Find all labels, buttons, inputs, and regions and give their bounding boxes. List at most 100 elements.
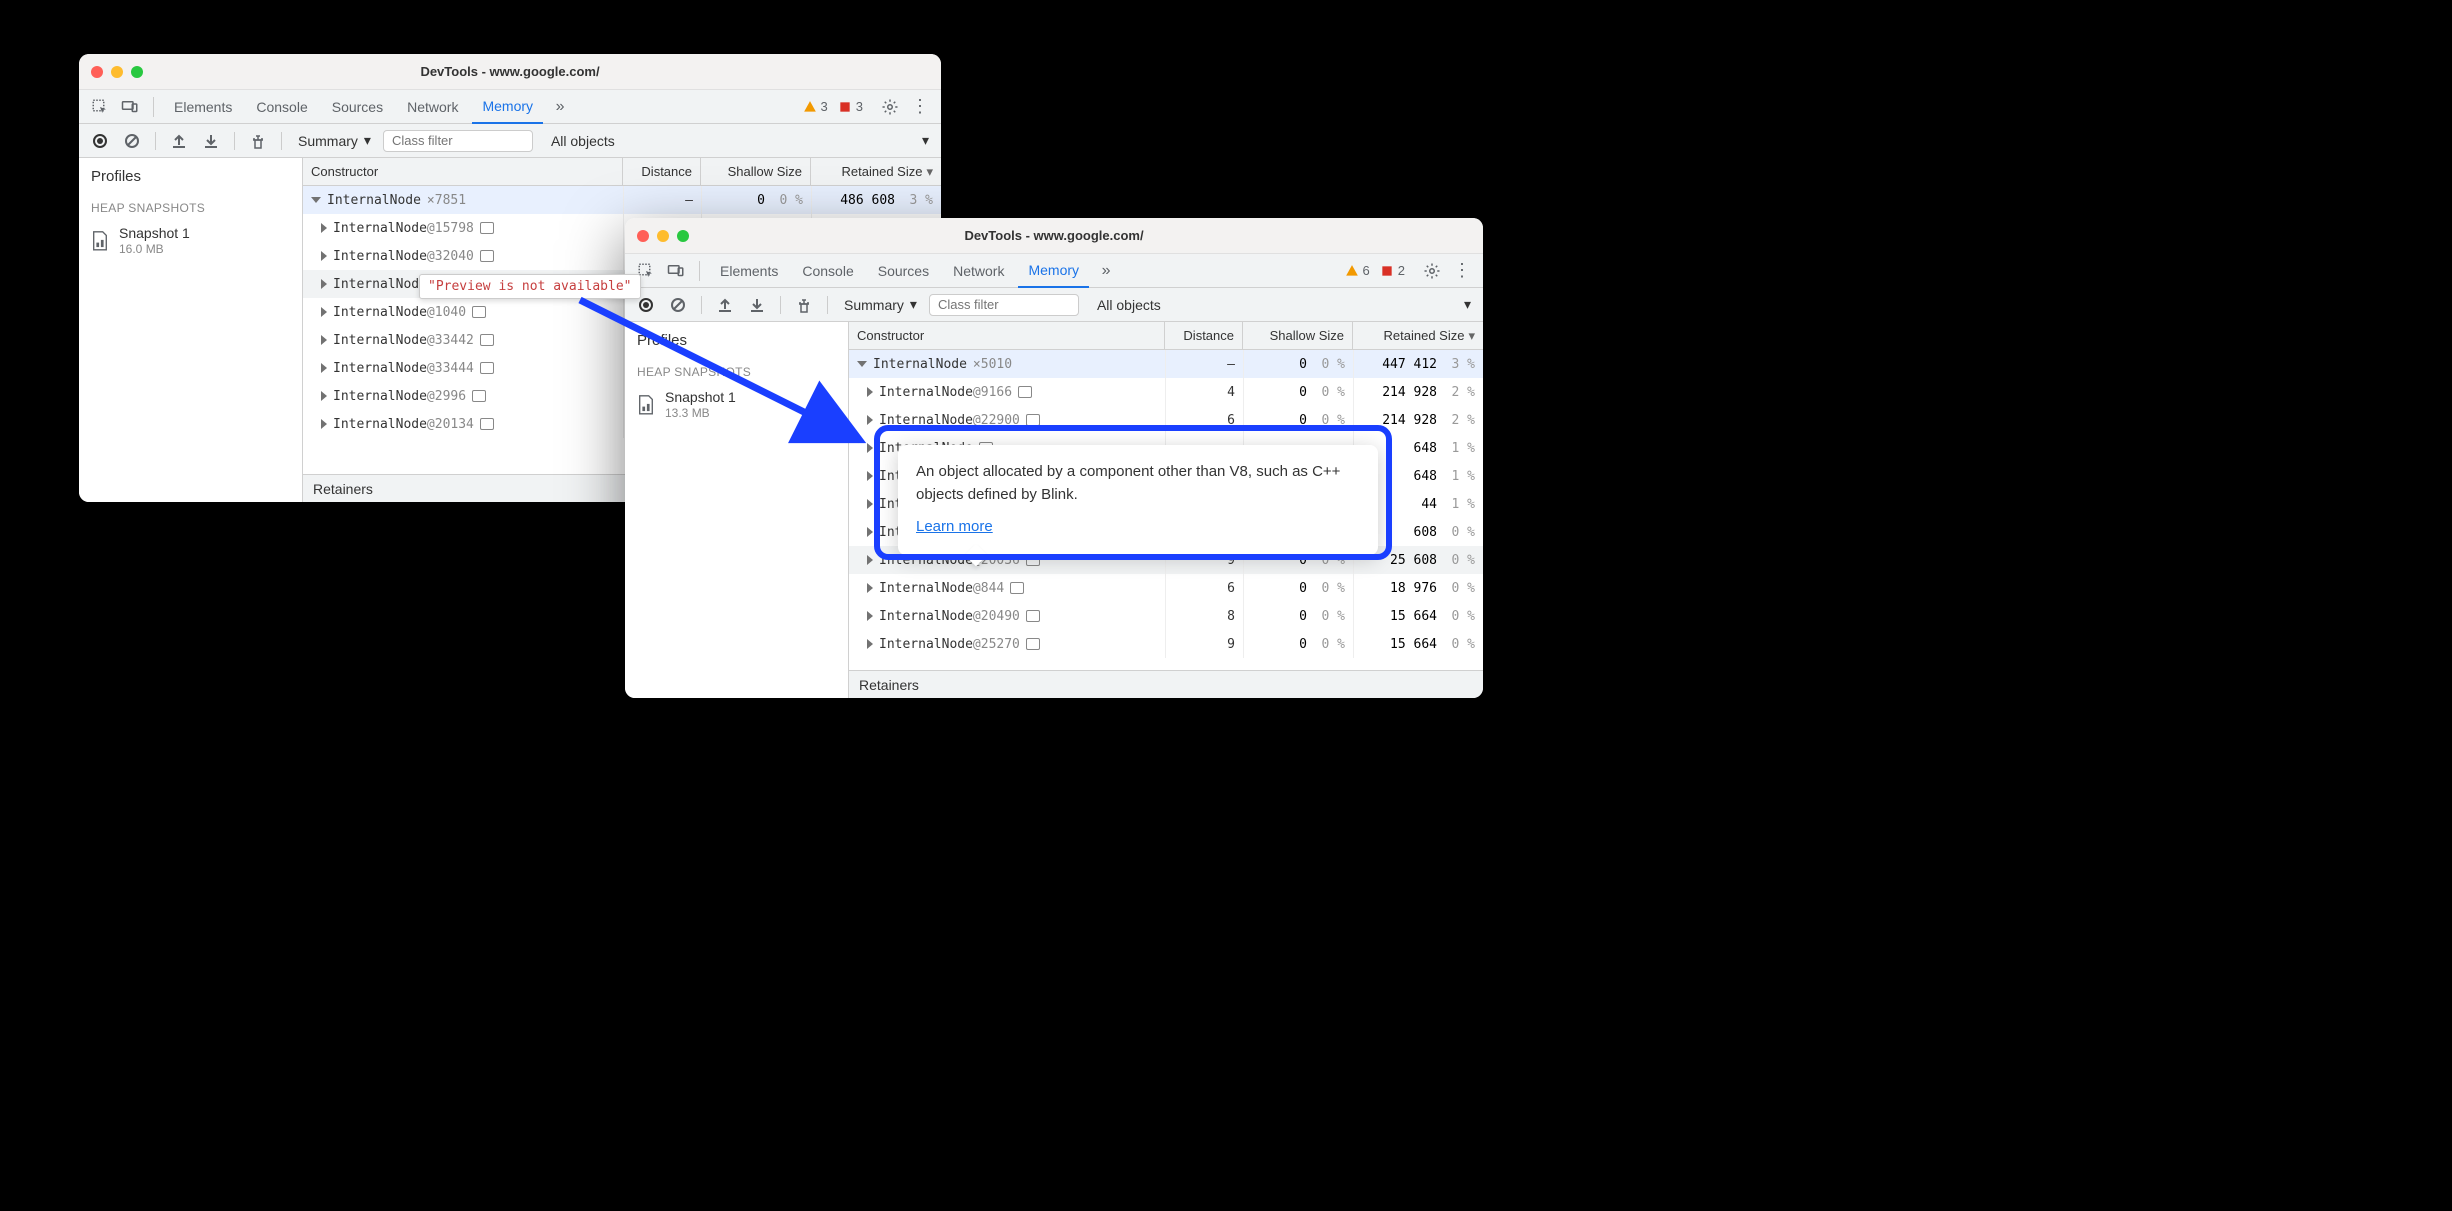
zoom-icon[interactable] (677, 230, 689, 242)
view-dropdown[interactable]: Summary ▾ (292, 132, 377, 149)
view-dropdown[interactable]: Summary ▾ (838, 296, 923, 313)
disclosure-triangle-icon[interactable] (857, 361, 867, 367)
upload-icon[interactable] (712, 292, 738, 318)
table-row[interactable]: InternalNode×7851 – 00 % 486 6083 % (303, 186, 941, 214)
disclosure-triangle-icon[interactable] (321, 335, 327, 345)
errors-badge[interactable]: 2 (1380, 263, 1405, 278)
disclosure-triangle-icon[interactable] (321, 419, 327, 429)
divider (780, 296, 781, 314)
disclosure-triangle-icon[interactable] (321, 391, 327, 401)
disclosure-triangle-icon[interactable] (321, 279, 327, 289)
tab-sources[interactable]: Sources (322, 90, 393, 124)
disclosure-triangle-icon[interactable] (321, 307, 327, 317)
disclosure-triangle-icon[interactable] (867, 527, 873, 537)
gc-icon[interactable] (245, 128, 271, 154)
scope-dropdown[interactable]: All objects (545, 133, 621, 149)
col-retained[interactable]: Retained Size ▾ (811, 158, 941, 185)
cell-retained: 608 (1414, 525, 1437, 540)
disclosure-triangle-icon[interactable] (321, 363, 327, 373)
download-icon[interactable] (198, 128, 224, 154)
tab-elements[interactable]: Elements (710, 254, 788, 288)
inspect-icon[interactable] (87, 94, 113, 120)
disclosure-triangle-icon[interactable] (867, 583, 873, 593)
snapshot-item[interactable]: Snapshot 1 16.0 MB (79, 219, 302, 262)
kebab-icon[interactable]: ⋮ (1449, 258, 1475, 284)
kebab-icon[interactable]: ⋮ (907, 94, 933, 120)
tab-network[interactable]: Network (943, 254, 1014, 288)
titlebar[interactable]: DevTools - www.google.com/ (79, 54, 941, 90)
cell-retained-pct: 2 % (1445, 413, 1475, 428)
tab-console[interactable]: Console (792, 254, 863, 288)
chevron-down-icon: ▾ (364, 132, 371, 149)
table-row[interactable]: InternalNode @20490800 %15 6640 % (849, 602, 1483, 630)
scope-dropdown[interactable]: All objects (1091, 297, 1167, 313)
tab-memory[interactable]: Memory (472, 90, 543, 124)
more-tabs-icon[interactable]: » (547, 94, 573, 120)
settings-icon[interactable] (1419, 258, 1445, 284)
retainers-panel[interactable]: Retainers (849, 670, 1483, 698)
device-icon[interactable] (663, 258, 689, 284)
chevron-down-icon[interactable]: ▾ (922, 132, 929, 149)
disclosure-triangle-icon[interactable] (867, 499, 873, 509)
learn-more-link[interactable]: Learn more (916, 518, 993, 535)
col-shallow[interactable]: Shallow Size (1243, 322, 1353, 349)
col-constructor[interactable]: Constructor (849, 322, 1165, 349)
minimize-icon[interactable] (111, 66, 123, 78)
snapshot-name: Snapshot 1 (665, 389, 736, 406)
disclosure-triangle-icon[interactable] (321, 223, 327, 233)
panel-tabs: Elements Console Sources Network Memory … (625, 254, 1483, 288)
disclosure-triangle-icon[interactable] (867, 471, 873, 481)
titlebar[interactable]: DevTools - www.google.com/ (625, 218, 1483, 254)
cell-retained-pct: 1 % (1445, 469, 1475, 484)
col-retained[interactable]: Retained Size ▾ (1353, 322, 1483, 349)
sidebar-section: HEAP SNAPSHOTS (625, 355, 848, 383)
download-icon[interactable] (744, 292, 770, 318)
disclosure-triangle-icon[interactable] (311, 197, 321, 203)
settings-icon[interactable] (877, 94, 903, 120)
device-icon[interactable] (117, 94, 143, 120)
tab-network[interactable]: Network (397, 90, 468, 124)
errors-badge[interactable]: 3 (838, 99, 863, 114)
disclosure-triangle-icon[interactable] (867, 555, 873, 565)
record-icon[interactable] (87, 128, 113, 154)
snapshot-item[interactable]: Snapshot 1 13.3 MB (625, 383, 848, 426)
tab-sources[interactable]: Sources (868, 254, 939, 288)
warnings-badge[interactable]: 6 (1345, 263, 1370, 278)
close-icon[interactable] (637, 230, 649, 242)
col-shallow[interactable]: Shallow Size (701, 158, 811, 185)
gc-icon[interactable] (791, 292, 817, 318)
disclosure-triangle-icon[interactable] (867, 387, 873, 397)
cell-retained: 648 (1414, 469, 1437, 484)
table-row[interactable]: InternalNode @22900600 %214 9282 % (849, 406, 1483, 434)
disclosure-triangle-icon[interactable] (321, 251, 327, 261)
warnings-badge[interactable]: 3 (803, 99, 828, 114)
clear-icon[interactable] (119, 128, 145, 154)
col-distance[interactable]: Distance (1165, 322, 1243, 349)
disclosure-triangle-icon[interactable] (867, 639, 873, 649)
class-filter-input[interactable] (929, 294, 1079, 316)
class-filter-input[interactable] (383, 130, 533, 152)
cell-shallow: 0 (1299, 609, 1307, 624)
col-distance[interactable]: Distance (623, 158, 701, 185)
popover-text: An object allocated by a component other… (916, 461, 1360, 506)
chevron-down-icon[interactable]: ▾ (1464, 296, 1471, 313)
tab-console[interactable]: Console (246, 90, 317, 124)
table-row[interactable]: InternalNode×5010 – 00 % 447 4123 % (849, 350, 1483, 378)
upload-icon[interactable] (166, 128, 192, 154)
disclosure-triangle-icon[interactable] (867, 415, 873, 425)
more-tabs-icon[interactable]: » (1093, 258, 1119, 284)
clear-icon[interactable] (665, 292, 691, 318)
table-row[interactable]: InternalNode @25270900 %15 6640 % (849, 630, 1483, 658)
tab-memory[interactable]: Memory (1018, 254, 1089, 288)
close-icon[interactable] (91, 66, 103, 78)
sort-desc-icon: ▾ (1468, 328, 1475, 344)
disclosure-triangle-icon[interactable] (867, 443, 873, 453)
panel-tabs: Elements Console Sources Network Memory … (79, 90, 941, 124)
disclosure-triangle-icon[interactable] (867, 611, 873, 621)
tab-elements[interactable]: Elements (164, 90, 242, 124)
col-constructor[interactable]: Constructor (303, 158, 623, 185)
zoom-icon[interactable] (131, 66, 143, 78)
table-row[interactable]: InternalNode @9166400 %214 9282 % (849, 378, 1483, 406)
minimize-icon[interactable] (657, 230, 669, 242)
table-row[interactable]: InternalNode @844600 %18 9760 % (849, 574, 1483, 602)
